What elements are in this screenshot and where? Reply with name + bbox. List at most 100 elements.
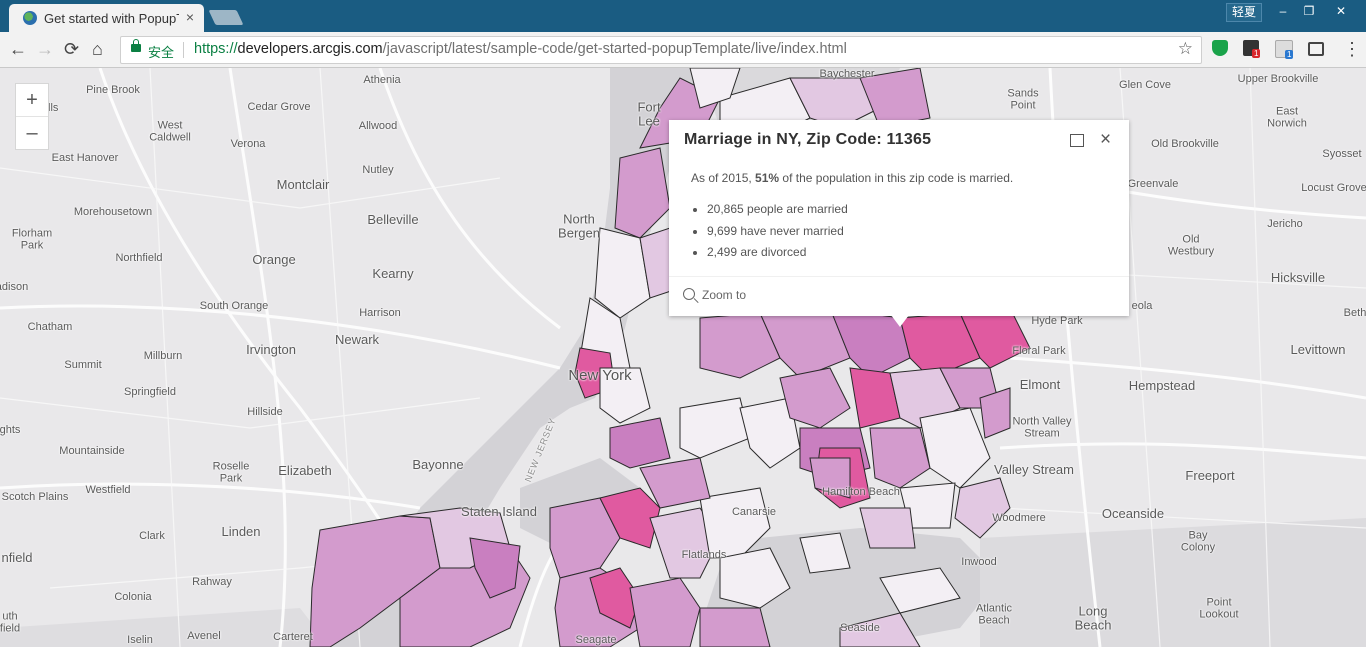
zoom-in-button[interactable]: + <box>16 84 48 116</box>
place-label: adison <box>0 281 29 294</box>
lock-icon <box>131 39 141 52</box>
place-label: Allwood <box>358 120 398 133</box>
place-label: Woodmere <box>992 512 1046 525</box>
place-label: Kearny <box>372 266 414 282</box>
popup-pointer <box>891 315 909 327</box>
url-text[interactable]: https://developers.arcgis.com/javascript… <box>194 41 847 57</box>
home-icon[interactable]: ⌂ <box>92 39 103 59</box>
place-label: Athenia <box>363 74 401 87</box>
place-label: Jericho <box>1267 218 1303 231</box>
zoom-out-button[interactable]: – <box>16 116 48 149</box>
place-label: Point Lookout <box>1199 596 1239 620</box>
browser-tab[interactable]: Get started with PopupTemplate × <box>9 4 204 32</box>
shield-extension-icon[interactable] <box>1212 40 1228 56</box>
url-scheme: https:// <box>194 41 238 57</box>
place-label: Floral Park <box>1012 345 1066 358</box>
desc-suffix: of the population in this zip code is ma… <box>779 171 1014 185</box>
place-label: Valley Stream <box>994 462 1074 478</box>
place-label: North Valley Stream <box>1012 415 1072 439</box>
place-label: Oceanside <box>1101 506 1165 522</box>
place-label: ghts <box>0 424 21 437</box>
list-item: 2,499 are divorced <box>707 242 848 264</box>
zoom-to-action[interactable]: Zoom to <box>683 287 746 302</box>
place-label: Scotch Plains <box>1 491 69 504</box>
place-label: Syosset <box>1322 148 1362 161</box>
place-label: eola <box>1131 300 1153 313</box>
browser-titlebar: Get started with PopupTemplate × 轻夏 ‒ ❐ … <box>0 0 1366 32</box>
zoom-to-label: Zoom to <box>702 288 747 302</box>
bookmark-star-icon[interactable]: ☆ <box>1178 39 1193 59</box>
place-label: Newark <box>334 332 380 348</box>
place-label: Verona <box>230 138 266 151</box>
back-arrow-icon[interactable]: ← <box>9 39 27 59</box>
place-label: Flatlands <box>681 549 727 562</box>
place-label: Hempstead <box>1128 378 1196 394</box>
place-label: Morehousetown <box>73 206 153 219</box>
south-shore-water <box>980 518 1366 647</box>
place-label: Belleville <box>367 212 419 228</box>
cast-extension-icon[interactable] <box>1308 42 1324 56</box>
s-extension-icon[interactable]: 1 <box>1275 40 1294 59</box>
tab-close-icon[interactable]: × <box>186 9 194 25</box>
place-label: Linden <box>221 524 261 540</box>
place-label: Atlantic Beach <box>975 602 1013 626</box>
place-label: Irvington <box>246 342 296 358</box>
place-label: Cedar Grove <box>247 101 311 114</box>
close-icon[interactable]: × <box>1100 129 1111 151</box>
place-label: Beth <box>1343 307 1366 320</box>
ghost-extension-icon[interactable]: 1 <box>1243 40 1261 58</box>
map-view[interactable]: Pine Brook Athenia Baychester Glen Cove … <box>0 68 1366 647</box>
place-label: Harrison <box>359 307 401 320</box>
minimize-button[interactable]: ‒ <box>1270 2 1296 20</box>
place-label: Pine Brook <box>86 84 140 97</box>
place-label: Inwood <box>961 556 997 569</box>
place-label: Northfield <box>115 252 163 265</box>
menu-dots-icon[interactable]: ⋮ <box>1343 39 1361 59</box>
place-label: nfield <box>1 550 33 566</box>
extension-badge: 1 <box>1285 50 1294 59</box>
place-label: West Caldwell <box>149 119 191 143</box>
forward-arrow-icon[interactable]: → <box>36 39 54 59</box>
place-label: Springfield <box>124 386 176 399</box>
place-label: Elizabeth <box>278 463 332 479</box>
browser-toolbar: ← → ⟳ ⌂ 安全 https://developers.arcgis.com… <box>0 32 1366 68</box>
dock-icon[interactable] <box>1070 134 1084 147</box>
desc-prefix: As of 2015, <box>691 171 756 185</box>
place-label: uth field <box>0 610 21 634</box>
restore-button[interactable]: ❐ <box>1296 2 1322 20</box>
place-label: Bay Colony <box>1180 529 1216 553</box>
new-tab-button[interactable] <box>208 10 244 25</box>
place-label: Westfield <box>85 484 131 497</box>
popup-description: As of 2015, 51% of the population in thi… <box>691 171 1013 185</box>
place-label: South Orange <box>199 300 269 313</box>
tab-title: Get started with PopupTemplate <box>44 11 179 26</box>
place-label: Millburn <box>143 350 183 363</box>
reload-icon[interactable]: ⟳ <box>64 39 79 59</box>
place-label: Freeport <box>1185 468 1235 484</box>
place-label: New York <box>568 367 632 385</box>
place-label: Locust Grove <box>1301 182 1366 195</box>
place-label: Canarsie <box>731 506 777 519</box>
list-item: 20,865 people are married <box>707 199 848 221</box>
place-label: Avenel <box>187 630 221 643</box>
place-label: Carteret <box>273 631 313 644</box>
url-host: developers.arcgis.com <box>237 41 383 57</box>
window-user-label[interactable]: 轻夏 <box>1226 3 1263 22</box>
place-label: Rahway <box>192 576 232 589</box>
place-label: East Norwich <box>1267 105 1307 129</box>
address-bar[interactable]: 安全 https://developers.arcgis.com/javascr… <box>120 36 1202 64</box>
place-label: Hyde Park <box>1031 315 1083 328</box>
secure-label: 安全 <box>148 45 175 60</box>
url-path: /javascript/latest/sample-code/get-start… <box>382 41 847 57</box>
place-label: Colonia <box>114 591 152 604</box>
place-label: Hamilton Beach <box>822 486 900 499</box>
place-label: Seagate <box>575 634 617 647</box>
popup-divider <box>669 276 1129 277</box>
place-label: Hicksville <box>1270 270 1326 286</box>
place-label: Old Westbury <box>1167 233 1215 257</box>
place-label: Old Brookville <box>1151 138 1219 151</box>
place-label: Summit <box>64 359 102 372</box>
place-label: Bayonne <box>412 457 464 473</box>
window-close-button[interactable]: ✕ <box>1328 2 1354 20</box>
place-label: Roselle Park <box>212 460 250 484</box>
